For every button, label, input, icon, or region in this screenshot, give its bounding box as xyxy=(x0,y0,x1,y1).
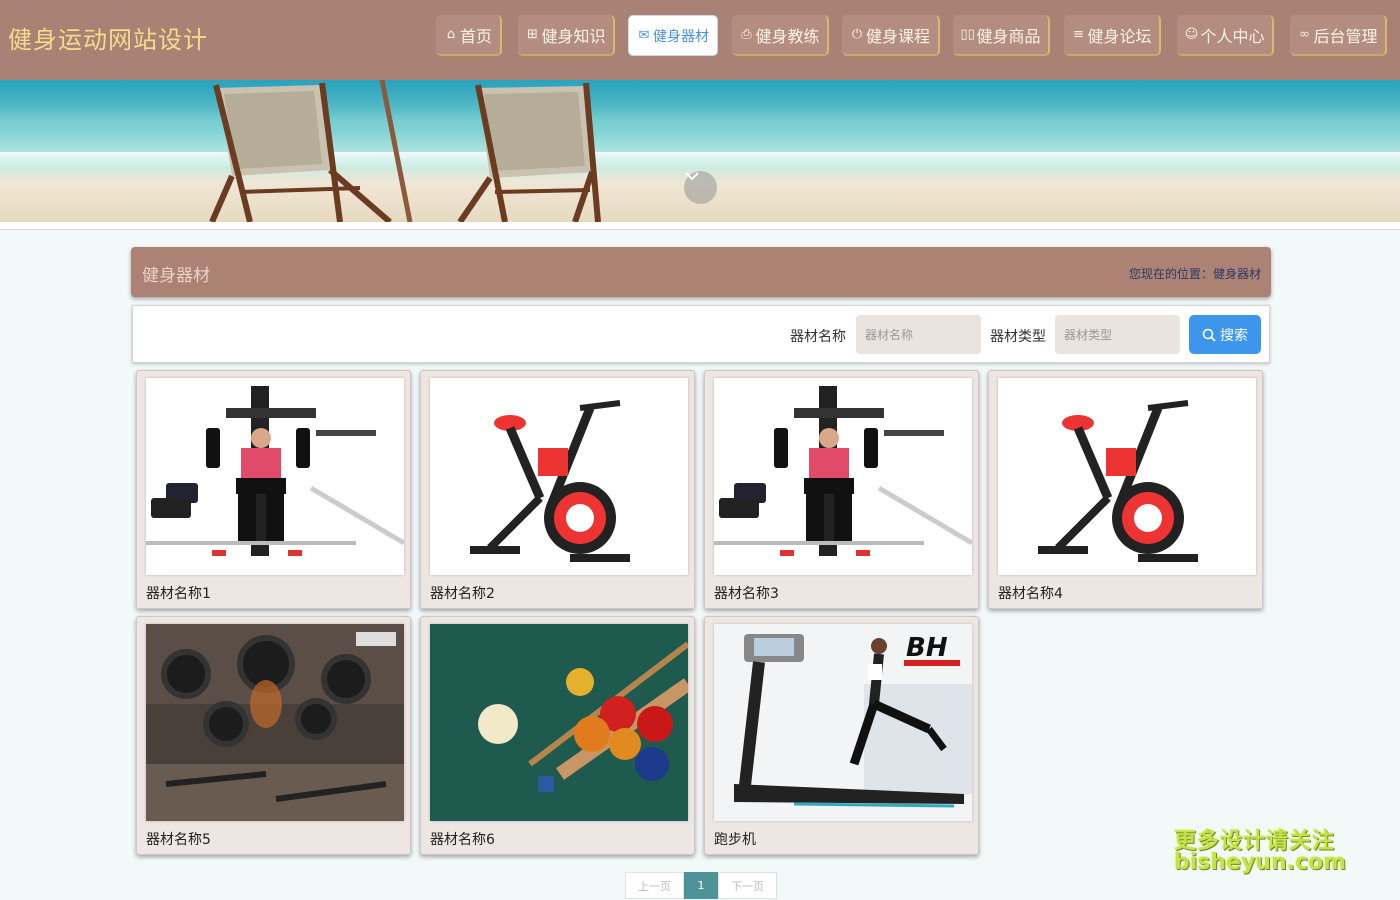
equipment-card[interactable]: 器材名称1 xyxy=(136,370,411,609)
equipment-image xyxy=(430,378,688,575)
nav-item-home[interactable]: ⌂ 首页 xyxy=(436,15,502,56)
power-icon: ⏻ xyxy=(851,27,863,42)
equipment-card[interactable]: 器材名称2 xyxy=(420,370,695,609)
home-gym-machine-image xyxy=(714,386,972,556)
nav-item-label: 健身器材 xyxy=(653,28,709,45)
nav-item-fitness-knowledge[interactable]: ⊞ 健身知识 xyxy=(518,15,615,56)
main-nav: ⌂ 首页 ⊞ 健身知识 ✉ 健身器材 ⎙ 健身教练 ⏻ 健身课程 ▯▯ 健身商品 ≡ 健身论坛… xyxy=(0,15,1400,57)
nav-item-fitness-course[interactable]: ⏻ 健身课程 xyxy=(842,15,940,56)
next-page-button[interactable]: 下一页 xyxy=(718,872,777,899)
spin-bike-image xyxy=(1038,400,1198,562)
equipment-name: 器材名称5 xyxy=(146,832,211,848)
nav-item-label: 健身商品 xyxy=(976,26,1041,46)
equipment-name: 跑步机 xyxy=(714,832,756,848)
mail-icon: ✉ xyxy=(638,28,650,43)
watermark-url: bisheyun.com xyxy=(1174,850,1347,875)
nav-item-personal-center[interactable]: ☺ 个人中心 xyxy=(1177,15,1274,56)
nav-item-fitness-goods[interactable]: ▯▯ 健身商品 xyxy=(953,15,1050,56)
nav-item-fitness-coach[interactable]: ⎙ 健身教练 xyxy=(732,15,829,56)
equipment-type-label: 器材类型 xyxy=(990,329,1046,345)
nav-item-label: 健身知识 xyxy=(541,26,606,46)
prev-page-button[interactable]: 上一页 xyxy=(625,872,684,899)
equipment-image xyxy=(146,378,404,575)
nav-item-label: 首页 xyxy=(459,26,492,46)
equipment-card[interactable]: BH 跑步机 xyxy=(704,616,979,855)
billiard-balls-image xyxy=(430,624,688,821)
printer-icon: ⎙ xyxy=(741,27,752,42)
equipment-image xyxy=(998,378,1256,575)
user-icon: ☺ xyxy=(1184,27,1199,42)
equipment-name: 器材名称1 xyxy=(146,586,211,602)
equipment-type-input[interactable] xyxy=(1055,315,1180,354)
nav-item-label: 健身论坛 xyxy=(1087,26,1152,46)
book-icon: ▯▯ xyxy=(960,27,975,42)
nav-item-label: 个人中心 xyxy=(1200,26,1265,46)
equipment-card[interactable]: 器材名称5 xyxy=(136,616,411,855)
list-icon: ≡ xyxy=(1073,27,1084,42)
nav-item-label: 健身课程 xyxy=(865,26,930,46)
search-button-label: 搜索 xyxy=(1220,327,1248,344)
link-icon: ∞ xyxy=(1299,27,1310,42)
equipment-name: 器材名称3 xyxy=(714,586,779,602)
spin-bike-image xyxy=(470,400,630,562)
search-bar: 器材名称 器材类型 搜索 xyxy=(132,305,1270,363)
breadcrumb: 您现在的位置：健身器材 xyxy=(1128,267,1261,281)
nav-item-label: 后台管理 xyxy=(1313,26,1378,46)
search-icon xyxy=(1202,328,1216,342)
home-icon: ⌂ xyxy=(446,27,456,42)
page-title: 健身器材 xyxy=(142,266,210,286)
equipment-name: 器材名称4 xyxy=(998,586,1063,602)
equipment-image: BH xyxy=(714,624,972,821)
nav-item-admin[interactable]: ∞ 后台管理 xyxy=(1290,15,1387,56)
equipment-card[interactable]: 器材名称3 xyxy=(704,370,979,609)
equipment-name: 器材名称6 xyxy=(430,832,495,848)
equipment-name: 器材名称2 xyxy=(430,586,495,602)
banner-divider xyxy=(0,222,1400,230)
equipment-name-label: 器材名称 xyxy=(790,329,846,345)
home-gym-machine-image xyxy=(146,386,404,556)
gift-icon: ⊞ xyxy=(527,27,538,42)
chevron-down-icon[interactable] xyxy=(684,171,717,204)
equipment-name-input[interactable] xyxy=(856,315,981,354)
search-button[interactable]: 搜索 xyxy=(1189,315,1261,354)
treadmill-image: BH xyxy=(714,624,972,821)
equipment-image xyxy=(430,624,688,821)
svg-text:BH: BH xyxy=(906,633,948,663)
top-navigation-bar: 健身运动网站设计 ⌂ 首页 ⊞ 健身知识 ✉ 健身器材 ⎙ 健身教练 ⏻ 健身课程 ▯▯ 健… xyxy=(0,0,1400,80)
gym-interior-image xyxy=(146,624,404,821)
page-number-1[interactable]: 1 xyxy=(684,872,718,899)
nav-item-fitness-forum[interactable]: ≡ 健身论坛 xyxy=(1064,15,1161,56)
nav-item-fitness-equipment[interactable]: ✉ 健身器材 xyxy=(628,15,718,56)
equipment-image xyxy=(714,378,972,575)
equipment-image xyxy=(146,624,404,821)
section-header: 健身器材 您现在的位置：健身器材 xyxy=(131,247,1271,297)
equipment-card[interactable]: 器材名称6 xyxy=(420,616,695,855)
hero-banner-beach xyxy=(0,80,1400,222)
nav-item-label: 健身教练 xyxy=(755,26,820,46)
equipment-card[interactable]: 器材名称4 xyxy=(988,370,1263,609)
